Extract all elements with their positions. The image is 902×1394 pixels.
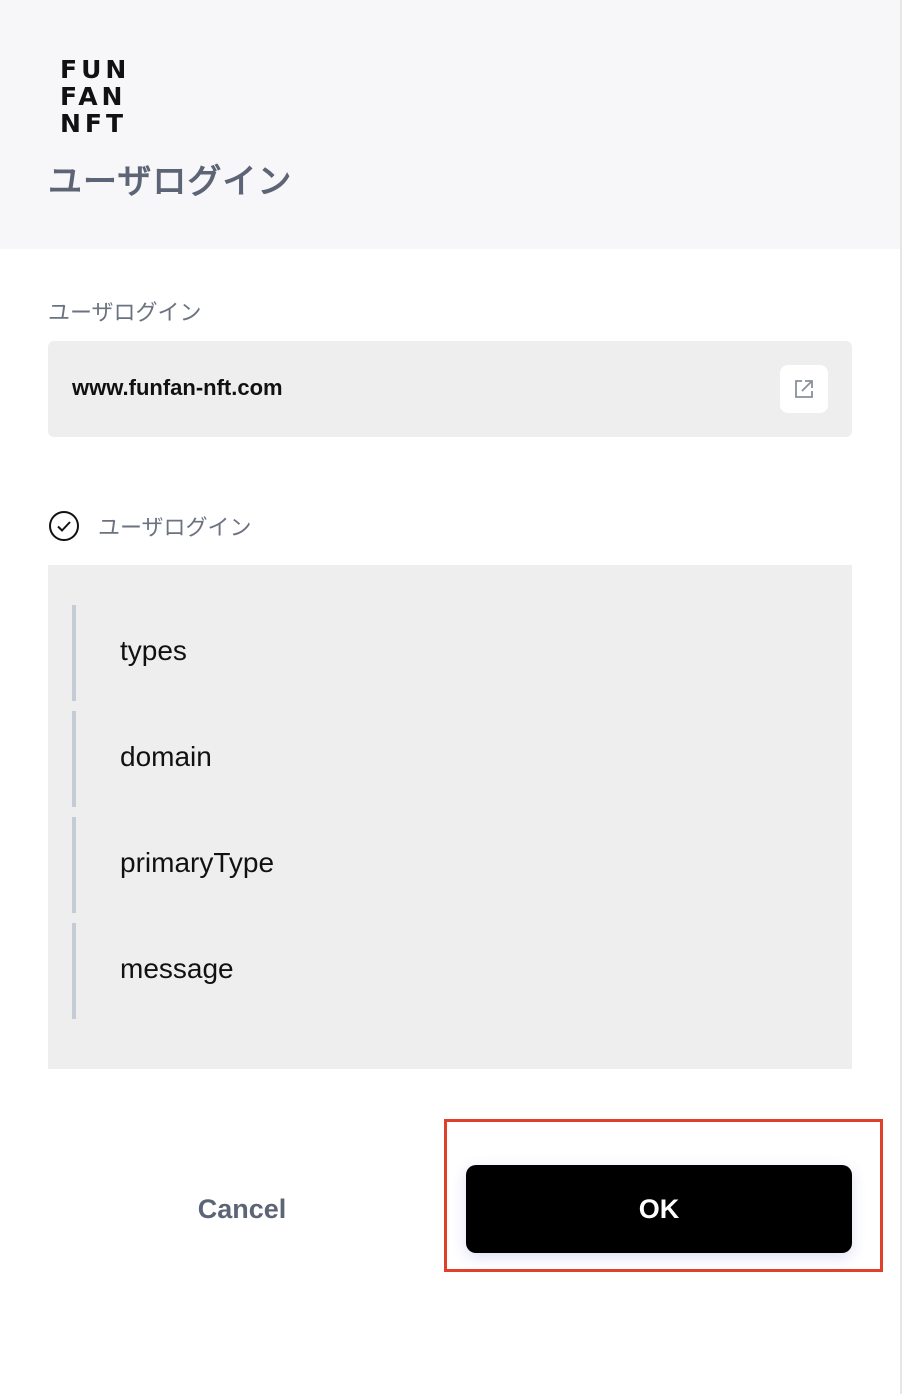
funfan-nft-logo: FUN FAN NFT: [60, 56, 130, 137]
ok-button[interactable]: OK: [466, 1165, 852, 1253]
logo-line: NFT: [60, 109, 128, 138]
logo-line: FUN: [60, 55, 131, 84]
message-section-label: ユーザログイン: [98, 515, 252, 540]
cancel-button[interactable]: Cancel: [48, 1165, 436, 1253]
site-section-label: ユーザログイン: [48, 300, 202, 325]
message-panel: types domain primaryType message: [48, 565, 852, 1069]
page-title: ユーザログイン: [48, 163, 293, 201]
field-label: types: [120, 635, 187, 666]
site-url-box: www.funfan-nft.com: [48, 341, 852, 437]
field-label: domain: [120, 741, 212, 772]
external-link-icon: [795, 380, 813, 398]
check-circle-icon: [49, 511, 79, 541]
header: FUN FAN NFT ユーザログイン: [0, 0, 900, 249]
message-field-domain: domain: [72, 711, 836, 807]
open-site-button[interactable]: [780, 365, 828, 413]
logo-line: FAN: [60, 82, 127, 111]
site-url: www.funfan-nft.com: [72, 375, 283, 400]
message-field-primarytype: primaryType: [72, 817, 836, 913]
message-field-message: message: [72, 923, 836, 1019]
message-field-types: types: [72, 605, 836, 701]
message-section-header: ユーザログイン: [48, 510, 252, 542]
field-label: primaryType: [120, 847, 275, 878]
field-label: message: [120, 953, 234, 984]
